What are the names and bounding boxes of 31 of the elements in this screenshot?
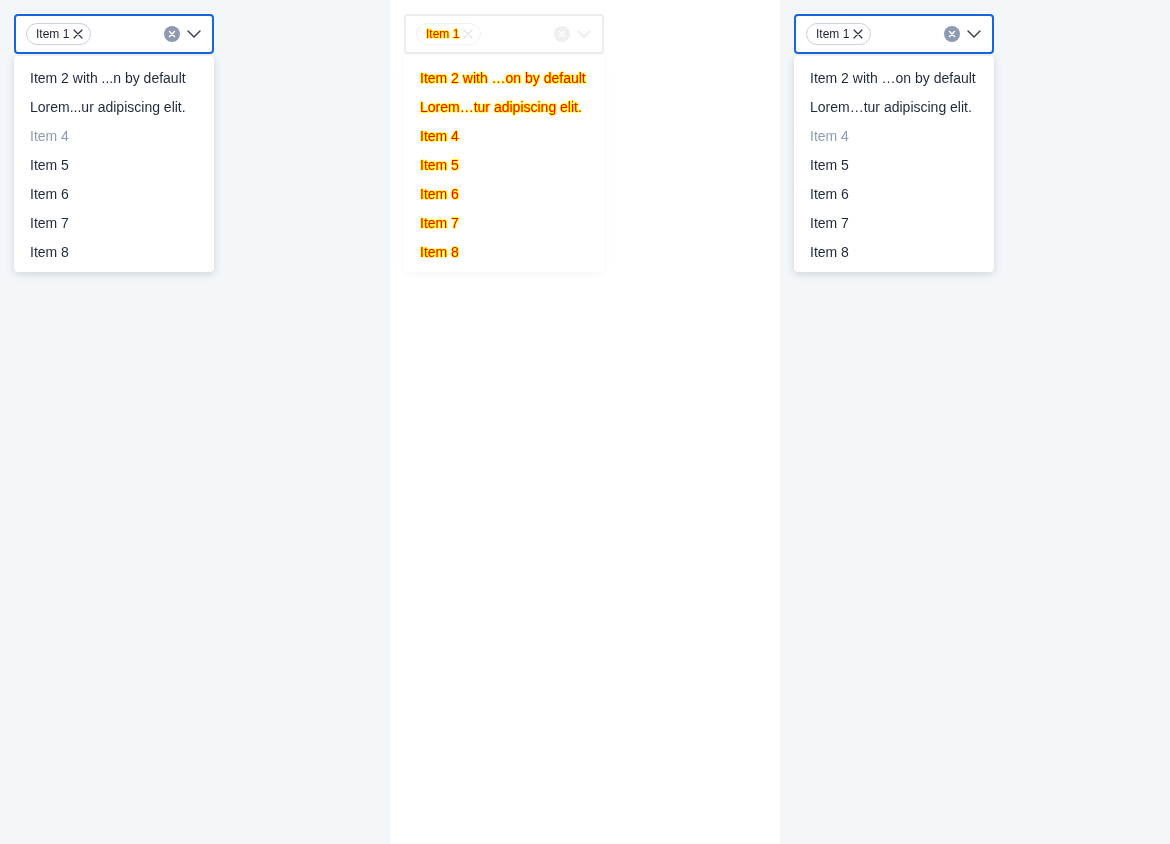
chevron-down-icon[interactable] (967, 30, 981, 38)
close-icon[interactable] (853, 29, 864, 39)
menu-option[interactable]: Lorem...ur adipiscing elit. (14, 93, 214, 122)
close-icon[interactable] (73, 29, 84, 39)
menu-option[interactable]: Lorem…tur adipiscing elit. (404, 93, 604, 122)
selected-tag[interactable]: Item 1 (806, 23, 872, 45)
menu-option[interactable]: Item 6 (404, 180, 604, 209)
menu-option[interactable]: Item 2 with ...n by default (14, 64, 214, 93)
menu-option[interactable]: Item 7 (404, 209, 604, 238)
menu-option[interactable]: Item 7 (14, 209, 214, 238)
menu-option[interactable]: Item 4 (404, 122, 604, 151)
multi-select-field[interactable]: Item 1 (404, 14, 604, 54)
menu-option[interactable]: Item 8 (14, 238, 214, 267)
menu-option[interactable]: Item 8 (794, 238, 994, 267)
multi-select-field[interactable]: Item 1 (794, 14, 994, 54)
menu-option[interactable]: Item 2 with …on by default (404, 64, 604, 93)
selected-tag[interactable]: Item 1 (416, 23, 482, 45)
clear-icon[interactable] (164, 26, 180, 42)
clear-icon[interactable] (944, 26, 960, 42)
menu-option[interactable]: Item 2 with …on by default (794, 64, 994, 93)
menu-option[interactable]: Item 5 (794, 151, 994, 180)
menu-option[interactable]: Item 8 (404, 238, 604, 267)
multi-select-field[interactable]: Item 1 (14, 14, 214, 54)
menu-option[interactable]: Item 6 (14, 180, 214, 209)
menu-option[interactable]: Item 6 (794, 180, 994, 209)
menu-option[interactable]: Item 5 (404, 151, 604, 180)
menu-option[interactable]: Item 7 (794, 209, 994, 238)
chevron-down-icon[interactable] (187, 30, 201, 38)
selected-tag[interactable]: Item 1 (26, 23, 92, 45)
menu-option[interactable]: Lorem…tur adipiscing elit. (794, 93, 994, 122)
menu-option[interactable]: Item 5 (14, 151, 214, 180)
